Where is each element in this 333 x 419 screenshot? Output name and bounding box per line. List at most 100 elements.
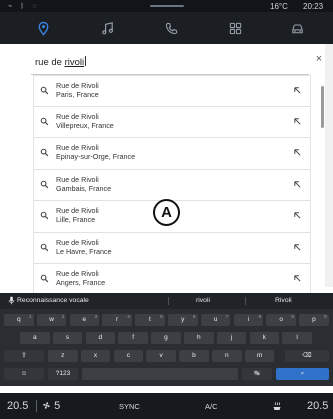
key-k[interactable]: k: [249, 332, 280, 344]
seat-heating-icon[interactable]: [272, 401, 282, 411]
left-temperature[interactable]: 20.5: [7, 400, 28, 412]
key-t[interactable]: t5: [135, 314, 165, 326]
key-p[interactable]: p0: [299, 314, 329, 326]
tab-navigation[interactable]: [30, 15, 56, 41]
key-label: l: [296, 334, 298, 341]
key-hint: 4: [127, 314, 130, 319]
voice-recognition-button[interactable]: Reconnaissance vocale: [17, 297, 89, 304]
result-item[interactable]: Rue de Rivoli Epinay-sur-Orge, France: [33, 138, 311, 170]
app-tab-bar: [0, 12, 333, 44]
key-label: q: [16, 316, 21, 323]
key-i[interactable]: i8: [233, 314, 264, 326]
status-icons: ⌁ ᛒ ◌: [8, 3, 40, 10]
key-label: ⇧: [21, 352, 27, 359]
climate-divider: [36, 400, 37, 412]
search-query-word: rivoli: [64, 57, 85, 68]
result-item[interactable]: Rue de Rivoli Gambais, France: [33, 169, 311, 201]
key-f[interactable]: f: [118, 332, 148, 344]
key-l[interactable]: l: [282, 332, 312, 344]
key-v[interactable]: v: [146, 350, 176, 362]
arrow-up-left-icon[interactable]: [293, 274, 302, 283]
numbers-key[interactable]: ?123: [48, 368, 78, 380]
apps-grid-icon: [229, 22, 241, 34]
microphone-icon[interactable]: [8, 296, 15, 305]
suggestion-divider: [245, 297, 246, 305]
arrow-up-left-icon[interactable]: [293, 117, 302, 126]
key-label: i: [247, 316, 250, 323]
fan-speed[interactable]: 5: [42, 400, 60, 412]
space-key[interactable]: [82, 368, 238, 380]
key-u[interactable]: u7: [200, 314, 231, 326]
result-item[interactable]: Rue de Rivoli Villepreux, France: [33, 106, 311, 138]
key-s[interactable]: s: [52, 332, 83, 344]
sync-button[interactable]: SYNC: [119, 402, 140, 411]
result-item[interactable]: Rue de Rivoli Le Havre, France: [33, 232, 311, 264]
key-label: ⌕: [300, 370, 305, 377]
notification-handle[interactable]: [150, 5, 184, 7]
arrow-up-left-icon[interactable]: [293, 243, 302, 252]
key-n[interactable]: n: [212, 350, 242, 362]
arrow-up-left-icon[interactable]: [293, 180, 302, 189]
result-subtitle: Paris, France: [56, 90, 99, 99]
climate-bar: 20.5 5 SYNC A/C 20.5: [0, 393, 333, 419]
clear-search-button[interactable]: ×: [313, 53, 325, 65]
arrow-up-left-icon[interactable]: [293, 148, 302, 157]
result-title: Rue de Rivoli: [56, 81, 99, 90]
key-x[interactable]: x: [80, 350, 111, 362]
outside-temperature: 16°C: [270, 2, 288, 11]
key-q[interactable]: q1: [4, 314, 34, 326]
key-label: g: [164, 334, 168, 341]
result-title: Rue de Rivoli: [56, 143, 99, 152]
tab-vehicle[interactable]: [284, 15, 310, 41]
key-label: h: [196, 334, 201, 341]
key-m[interactable]: m: [244, 350, 275, 362]
key-r[interactable]: r4: [102, 314, 132, 326]
key-w[interactable]: w2: [36, 314, 67, 326]
key-label: y: [181, 316, 185, 323]
right-temperature[interactable]: 20.5: [307, 400, 328, 412]
key-c[interactable]: c: [113, 350, 144, 362]
suggestion-divider: [168, 297, 169, 305]
tab-music[interactable]: [94, 15, 120, 41]
key-d[interactable]: d: [85, 332, 116, 344]
key-y[interactable]: y6: [168, 314, 198, 326]
search-key[interactable]: ⌕: [276, 368, 329, 380]
emoji-key[interactable]: ☺: [4, 368, 44, 380]
cursor-key[interactable]: ↹: [242, 368, 272, 380]
key-h[interactable]: h: [184, 332, 214, 344]
arrow-up-left-icon[interactable]: [293, 211, 302, 220]
search-result-icon: [40, 211, 49, 220]
suggestion-1[interactable]: rivoli: [196, 297, 210, 304]
search-query: rue de rivoli: [35, 56, 87, 68]
suggestion-2[interactable]: Rivoli: [275, 297, 292, 304]
key-j[interactable]: j: [216, 332, 247, 344]
key-b[interactable]: b: [179, 350, 209, 362]
callout-label: A: [153, 199, 180, 226]
key-hint: 8: [258, 314, 262, 319]
shift-key[interactable]: ⇧: [4, 350, 44, 362]
tab-apps[interactable]: [222, 15, 248, 41]
result-subtitle: Epinay-sur-Orge, France: [56, 152, 136, 161]
phone-icon: [165, 22, 177, 34]
music-note-icon: [101, 21, 113, 34]
text-caret: [85, 56, 87, 66]
key-label: d: [98, 334, 103, 341]
backspace-key[interactable]: ⌫: [285, 350, 329, 362]
key-e[interactable]: e3: [69, 314, 100, 326]
result-subtitle: Le Havre, France: [56, 246, 112, 256]
key-a[interactable]: a: [20, 332, 50, 344]
result-item[interactable]: Rue de Rivoli Paris, France: [33, 75, 311, 107]
key-g[interactable]: g: [151, 332, 181, 344]
results-scrollbar[interactable]: [321, 86, 324, 128]
key-o[interactable]: o9: [266, 314, 296, 326]
key-z[interactable]: z: [48, 350, 78, 362]
ac-button[interactable]: A/C: [205, 402, 218, 411]
tab-phone[interactable]: [158, 15, 184, 41]
result-subtitle: Villepreux, France: [56, 120, 114, 130]
key-hint: 2: [61, 314, 65, 319]
search-input[interactable]: rue de rivoli ×: [29, 47, 325, 75]
result-item[interactable]: Rue de Rivoli Angers, France: [33, 264, 311, 296]
key-label: ?123: [55, 370, 71, 377]
arrow-up-left-icon[interactable]: [293, 86, 302, 95]
search-result-icon: [40, 274, 49, 283]
